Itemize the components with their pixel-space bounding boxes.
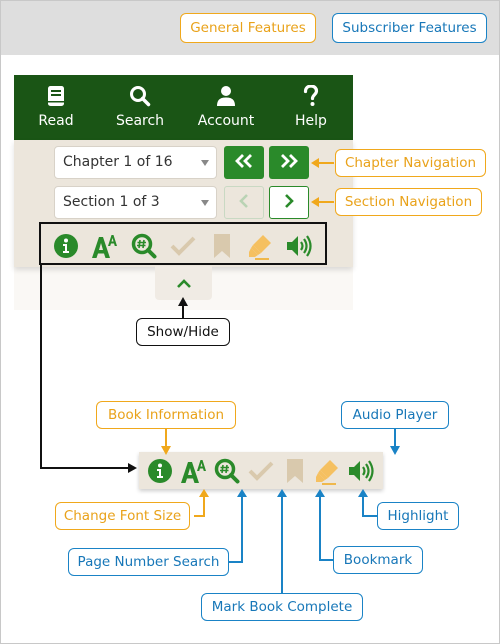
chevron-down-icon (201, 200, 209, 206)
info-icon[interactable] (52, 232, 80, 260)
callout-mark-book-complete: Mark Book Complete (201, 593, 363, 621)
font-size-icon[interactable] (91, 232, 119, 260)
nav-help[interactable]: Help (269, 75, 353, 140)
callout-book-information: Book Information (96, 401, 236, 429)
section-select[interactable]: Section 1 of 3 (54, 186, 217, 219)
reader-panel: Read Search Account Help Chapter 1 of 16 (14, 75, 353, 310)
legend-subscriber-features: Subscriber Features (332, 13, 487, 43)
previous-chapter-button[interactable] (224, 146, 264, 179)
audio-icon[interactable] (286, 232, 314, 260)
legend-general-features: General Features (180, 13, 316, 43)
chapter-select[interactable]: Chapter 1 of 16 (54, 146, 217, 179)
section-select-value: Section 1 of 3 (63, 194, 160, 210)
previous-section-button[interactable] (224, 186, 264, 219)
reader-toolbar-panel: Chapter 1 of 16 Section 1 of 3 (14, 140, 353, 267)
user-icon (184, 84, 268, 108)
chevron-right-icon (284, 193, 294, 212)
nav-account[interactable]: Account (184, 75, 268, 140)
nav-account-label: Account (197, 113, 255, 129)
bookmark-icon[interactable] (281, 457, 309, 485)
callout-audio-player: Audio Player (341, 401, 449, 429)
audio-icon[interactable] (348, 457, 376, 485)
info-icon[interactable] (146, 457, 174, 485)
next-chapter-button[interactable] (269, 146, 309, 179)
nav-help-label: Help (295, 113, 327, 129)
callout-page-number-search: Page Number Search (68, 548, 229, 576)
feature-icon-row (40, 227, 326, 265)
checkmark-icon[interactable] (247, 457, 275, 485)
chapter-select-value: Chapter 1 of 16 (63, 154, 173, 170)
nav-search-label: Search (115, 113, 165, 129)
double-chevron-right-icon (280, 153, 298, 172)
font-size-icon[interactable] (180, 457, 208, 485)
chevron-left-icon (239, 193, 249, 212)
highlighter-icon[interactable] (247, 232, 275, 260)
chevron-down-icon (201, 160, 209, 166)
callout-bookmark: Bookmark (333, 546, 423, 574)
callout-section-navigation: Section Navigation (335, 188, 482, 216)
show-hide-toggle-button[interactable] (155, 266, 212, 300)
nav-search[interactable]: Search (98, 75, 182, 140)
callout-change-font-size: Change Font Size (55, 502, 190, 530)
next-section-button[interactable] (269, 186, 309, 219)
enlarged-feature-toolbar (139, 452, 383, 489)
checkmark-icon[interactable] (169, 232, 197, 260)
page-search-icon[interactable] (130, 232, 158, 260)
bookmark-icon[interactable] (208, 232, 236, 260)
callout-show-hide: Show/Hide (136, 318, 230, 346)
highlighter-icon[interactable] (314, 457, 342, 485)
callout-highlight: Highlight (377, 502, 459, 530)
double-chevron-left-icon (235, 153, 253, 172)
nav-read-label: Read (38, 113, 74, 129)
nav-read[interactable]: Read (14, 75, 98, 140)
page-search-icon[interactable] (213, 457, 241, 485)
book-icon (14, 84, 98, 108)
question-icon (269, 84, 353, 108)
chevron-up-icon (176, 274, 192, 293)
top-navbar: Read Search Account Help (14, 75, 353, 140)
callout-chapter-navigation: Chapter Navigation (335, 149, 486, 177)
search-icon (98, 84, 182, 108)
